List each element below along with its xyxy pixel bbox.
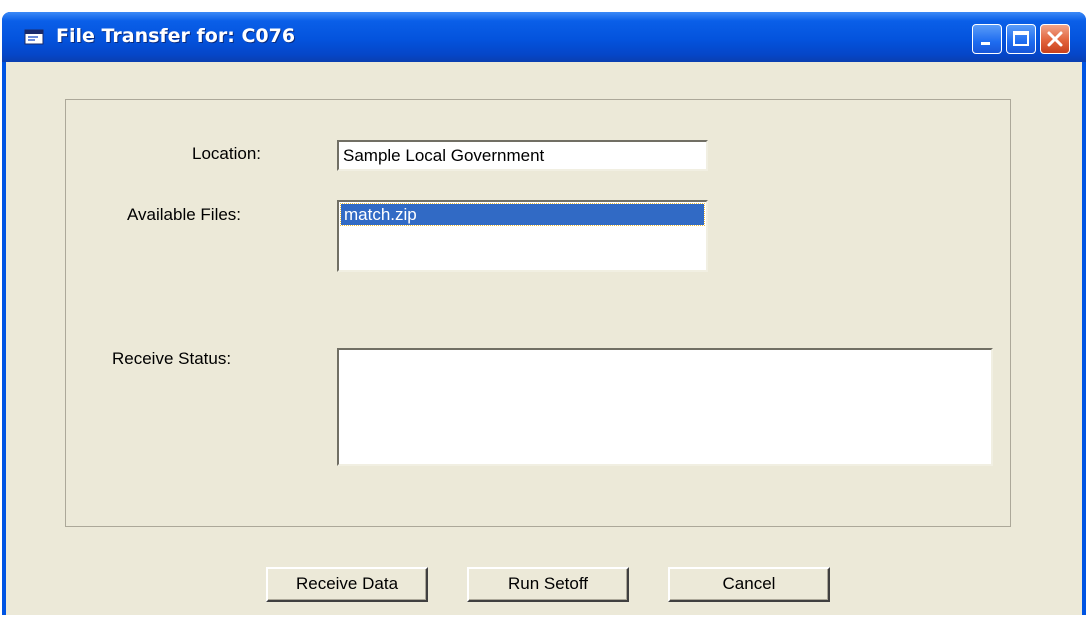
- dialog-client-area: Location: Available Files: match.zip Rec…: [6, 62, 1082, 615]
- app-window-icon: [24, 29, 44, 45]
- cropped-text-strip: [0, 0, 1092, 12]
- receive-status-box[interactable]: [337, 348, 993, 466]
- title-bar[interactable]: File Transfer for: C076: [2, 12, 1086, 62]
- location-field[interactable]: [337, 140, 708, 171]
- window-title: File Transfer for: C076: [56, 25, 296, 47]
- minimize-icon: [981, 42, 990, 45]
- close-button[interactable]: [1040, 24, 1070, 54]
- cancel-button[interactable]: Cancel: [668, 567, 830, 602]
- file-transfer-window: File Transfer for: C076 Location: Availa…: [2, 12, 1086, 615]
- receive-status-label: Receive Status:: [112, 349, 232, 368]
- maximize-icon: [1013, 31, 1029, 46]
- close-icon: [1047, 31, 1063, 47]
- receive-data-button[interactable]: Receive Data: [266, 567, 428, 602]
- maximize-button[interactable]: [1006, 24, 1036, 54]
- available-files-listbox[interactable]: match.zip: [337, 200, 708, 272]
- minimize-button[interactable]: [972, 24, 1002, 54]
- location-label: Location:: [192, 144, 261, 163]
- available-files-label: Available Files:: [127, 205, 242, 224]
- location-input[interactable]: [339, 142, 706, 169]
- file-list-item-selected[interactable]: match.zip: [340, 203, 705, 226]
- run-setoff-button[interactable]: Run Setoff: [467, 567, 629, 602]
